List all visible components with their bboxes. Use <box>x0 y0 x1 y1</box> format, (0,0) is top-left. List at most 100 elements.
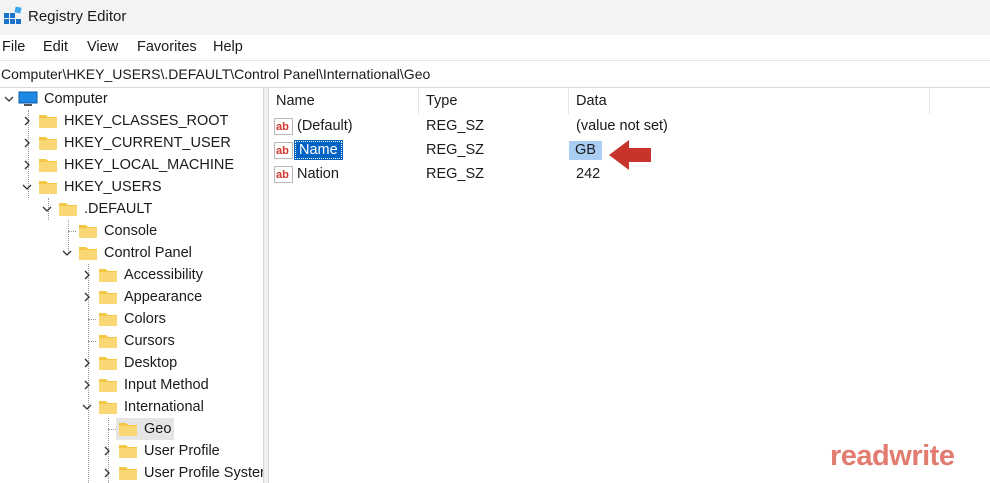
tree-guide <box>108 429 116 430</box>
folder-icon <box>39 137 57 150</box>
menu-file[interactable]: File <box>2 39 25 55</box>
tree-label: Appearance <box>124 289 203 305</box>
tree-guide <box>88 319 96 320</box>
tree-label: User Profile Syster <box>144 465 263 481</box>
tree-item-colors[interactable]: Colors <box>98 308 169 330</box>
menu-favorites[interactable]: Favorites <box>137 39 197 55</box>
chevron-right-icon[interactable] <box>22 160 32 170</box>
tree-item-hkey-local-machine[interactable]: HKEY_LOCAL_MACHINE <box>38 154 237 176</box>
tree-item-appearance[interactable]: Appearance <box>98 286 205 308</box>
string-value-icon: ab <box>274 118 293 135</box>
computer-icon <box>18 91 38 106</box>
tree-item-geo[interactable]: Geo <box>116 418 175 440</box>
tree-item-desktop[interactable]: Desktop <box>98 352 180 374</box>
chevron-right-icon[interactable] <box>102 446 112 456</box>
menu-bar: File Edit View Favorites Help <box>0 35 990 60</box>
chevron-down-icon[interactable] <box>42 204 52 214</box>
chevron-down-icon[interactable] <box>62 248 72 258</box>
value-data: GB <box>569 141 602 160</box>
tree-label: Colors <box>124 311 166 327</box>
value-data: 242 <box>576 166 601 182</box>
folder-icon <box>99 291 117 304</box>
tree-guide <box>88 341 96 342</box>
chevron-down-icon[interactable] <box>4 94 14 104</box>
value-type: REG_SZ <box>426 142 485 158</box>
value-type: REG_SZ <box>426 166 485 182</box>
folder-icon <box>99 313 117 326</box>
tree-label: Accessibility <box>124 267 203 283</box>
folder-open-icon <box>59 203 77 216</box>
folder-icon <box>99 379 117 392</box>
tree-item-accessibility[interactable]: Accessibility <box>98 264 206 286</box>
folder-icon <box>99 335 117 348</box>
folder-open-icon <box>99 401 117 414</box>
tree-item-international[interactable]: International <box>98 396 207 418</box>
folder-icon <box>39 181 57 194</box>
address-path[interactable]: Computer\HKEY_USERS\.DEFAULT\Control Pan… <box>1 66 430 82</box>
tree-guide <box>68 231 76 232</box>
tree-label: Input Method <box>124 377 209 393</box>
arrow-left-icon <box>609 140 651 170</box>
value-name: (Default) <box>297 118 353 134</box>
tree-label: Console <box>104 223 158 239</box>
folder-icon <box>39 159 57 172</box>
svg-text:ab: ab <box>276 145 289 157</box>
tree-item-hkey-classes-root[interactable]: HKEY_CLASSES_ROOT <box>38 110 231 132</box>
chevron-down-icon[interactable] <box>22 182 32 192</box>
tree-label: International <box>124 399 204 415</box>
column-header-data[interactable]: Data <box>569 88 930 114</box>
tree-label: Cursors <box>124 333 175 349</box>
tree-item-default[interactable]: .DEFAULT <box>58 198 155 220</box>
folder-icon <box>99 357 117 370</box>
chevron-right-icon[interactable] <box>82 270 92 280</box>
list-row-default[interactable]: ab (Default) REG_SZ (value not set) <box>269 115 990 139</box>
address-bar[interactable]: Computer\HKEY_USERS\.DEFAULT\Control Pan… <box>0 60 990 88</box>
tree-label: HKEY_CURRENT_USER <box>64 135 231 151</box>
folder-open-icon <box>79 247 97 260</box>
tree-item-hkey-users[interactable]: HKEY_USERS <box>38 176 165 198</box>
tree-item-control-panel[interactable]: Control Panel <box>78 242 195 264</box>
value-data: (value not set) <box>576 118 668 134</box>
title-bar: Registry Editor <box>0 0 990 35</box>
tree-item-user-profile-system[interactable]: User Profile Syster <box>118 462 263 483</box>
chevron-right-icon[interactable] <box>82 292 92 302</box>
tree-label: HKEY_LOCAL_MACHINE <box>64 157 235 173</box>
tree-item-console[interactable]: Console <box>78 220 160 242</box>
readwrite-logo: readwrite <box>830 440 955 472</box>
tree-label: User Profile <box>144 443 220 459</box>
tree-item-computer[interactable]: Computer <box>18 88 111 110</box>
value-name: Name <box>294 140 343 160</box>
menu-view[interactable]: View <box>87 39 118 55</box>
tree-item-cursors[interactable]: Cursors <box>98 330 178 352</box>
tree-label: Desktop <box>124 355 178 371</box>
chevron-right-icon[interactable] <box>102 468 112 478</box>
tree-item-input-method[interactable]: Input Method <box>98 374 212 396</box>
svg-text:ab: ab <box>276 169 289 181</box>
string-value-icon: ab <box>274 166 293 183</box>
menu-help[interactable]: Help <box>213 39 243 55</box>
chevron-down-icon[interactable] <box>82 402 92 412</box>
folder-icon <box>79 225 97 238</box>
value-type: REG_SZ <box>426 118 485 134</box>
folder-icon <box>119 467 137 480</box>
column-header-type[interactable]: Type <box>419 88 569 114</box>
menu-edit[interactable]: Edit <box>43 39 68 55</box>
folder-icon <box>99 269 117 282</box>
folder-icon <box>119 445 137 458</box>
folder-icon <box>39 115 57 128</box>
column-header-name[interactable]: Name <box>269 88 419 114</box>
chevron-right-icon[interactable] <box>82 380 92 390</box>
folder-icon <box>119 423 137 436</box>
chevron-right-icon[interactable] <box>22 138 32 148</box>
tree-item-hkey-current-user[interactable]: HKEY_CURRENT_USER <box>38 132 234 154</box>
tree-label: .DEFAULT <box>84 201 153 217</box>
tree-label: Geo <box>141 420 175 438</box>
registry-tree[interactable]: Computer HKEY_CLASSES_ROOT HKEY_CURRENT_… <box>0 88 263 483</box>
string-value-icon: ab <box>274 142 293 159</box>
chevron-right-icon[interactable] <box>82 358 92 368</box>
tree-item-user-profile[interactable]: User Profile <box>118 440 223 462</box>
chevron-right-icon[interactable] <box>22 116 32 126</box>
window-title: Registry Editor <box>28 8 127 25</box>
registry-editor-icon <box>4 6 22 24</box>
value-name: Nation <box>297 166 339 182</box>
